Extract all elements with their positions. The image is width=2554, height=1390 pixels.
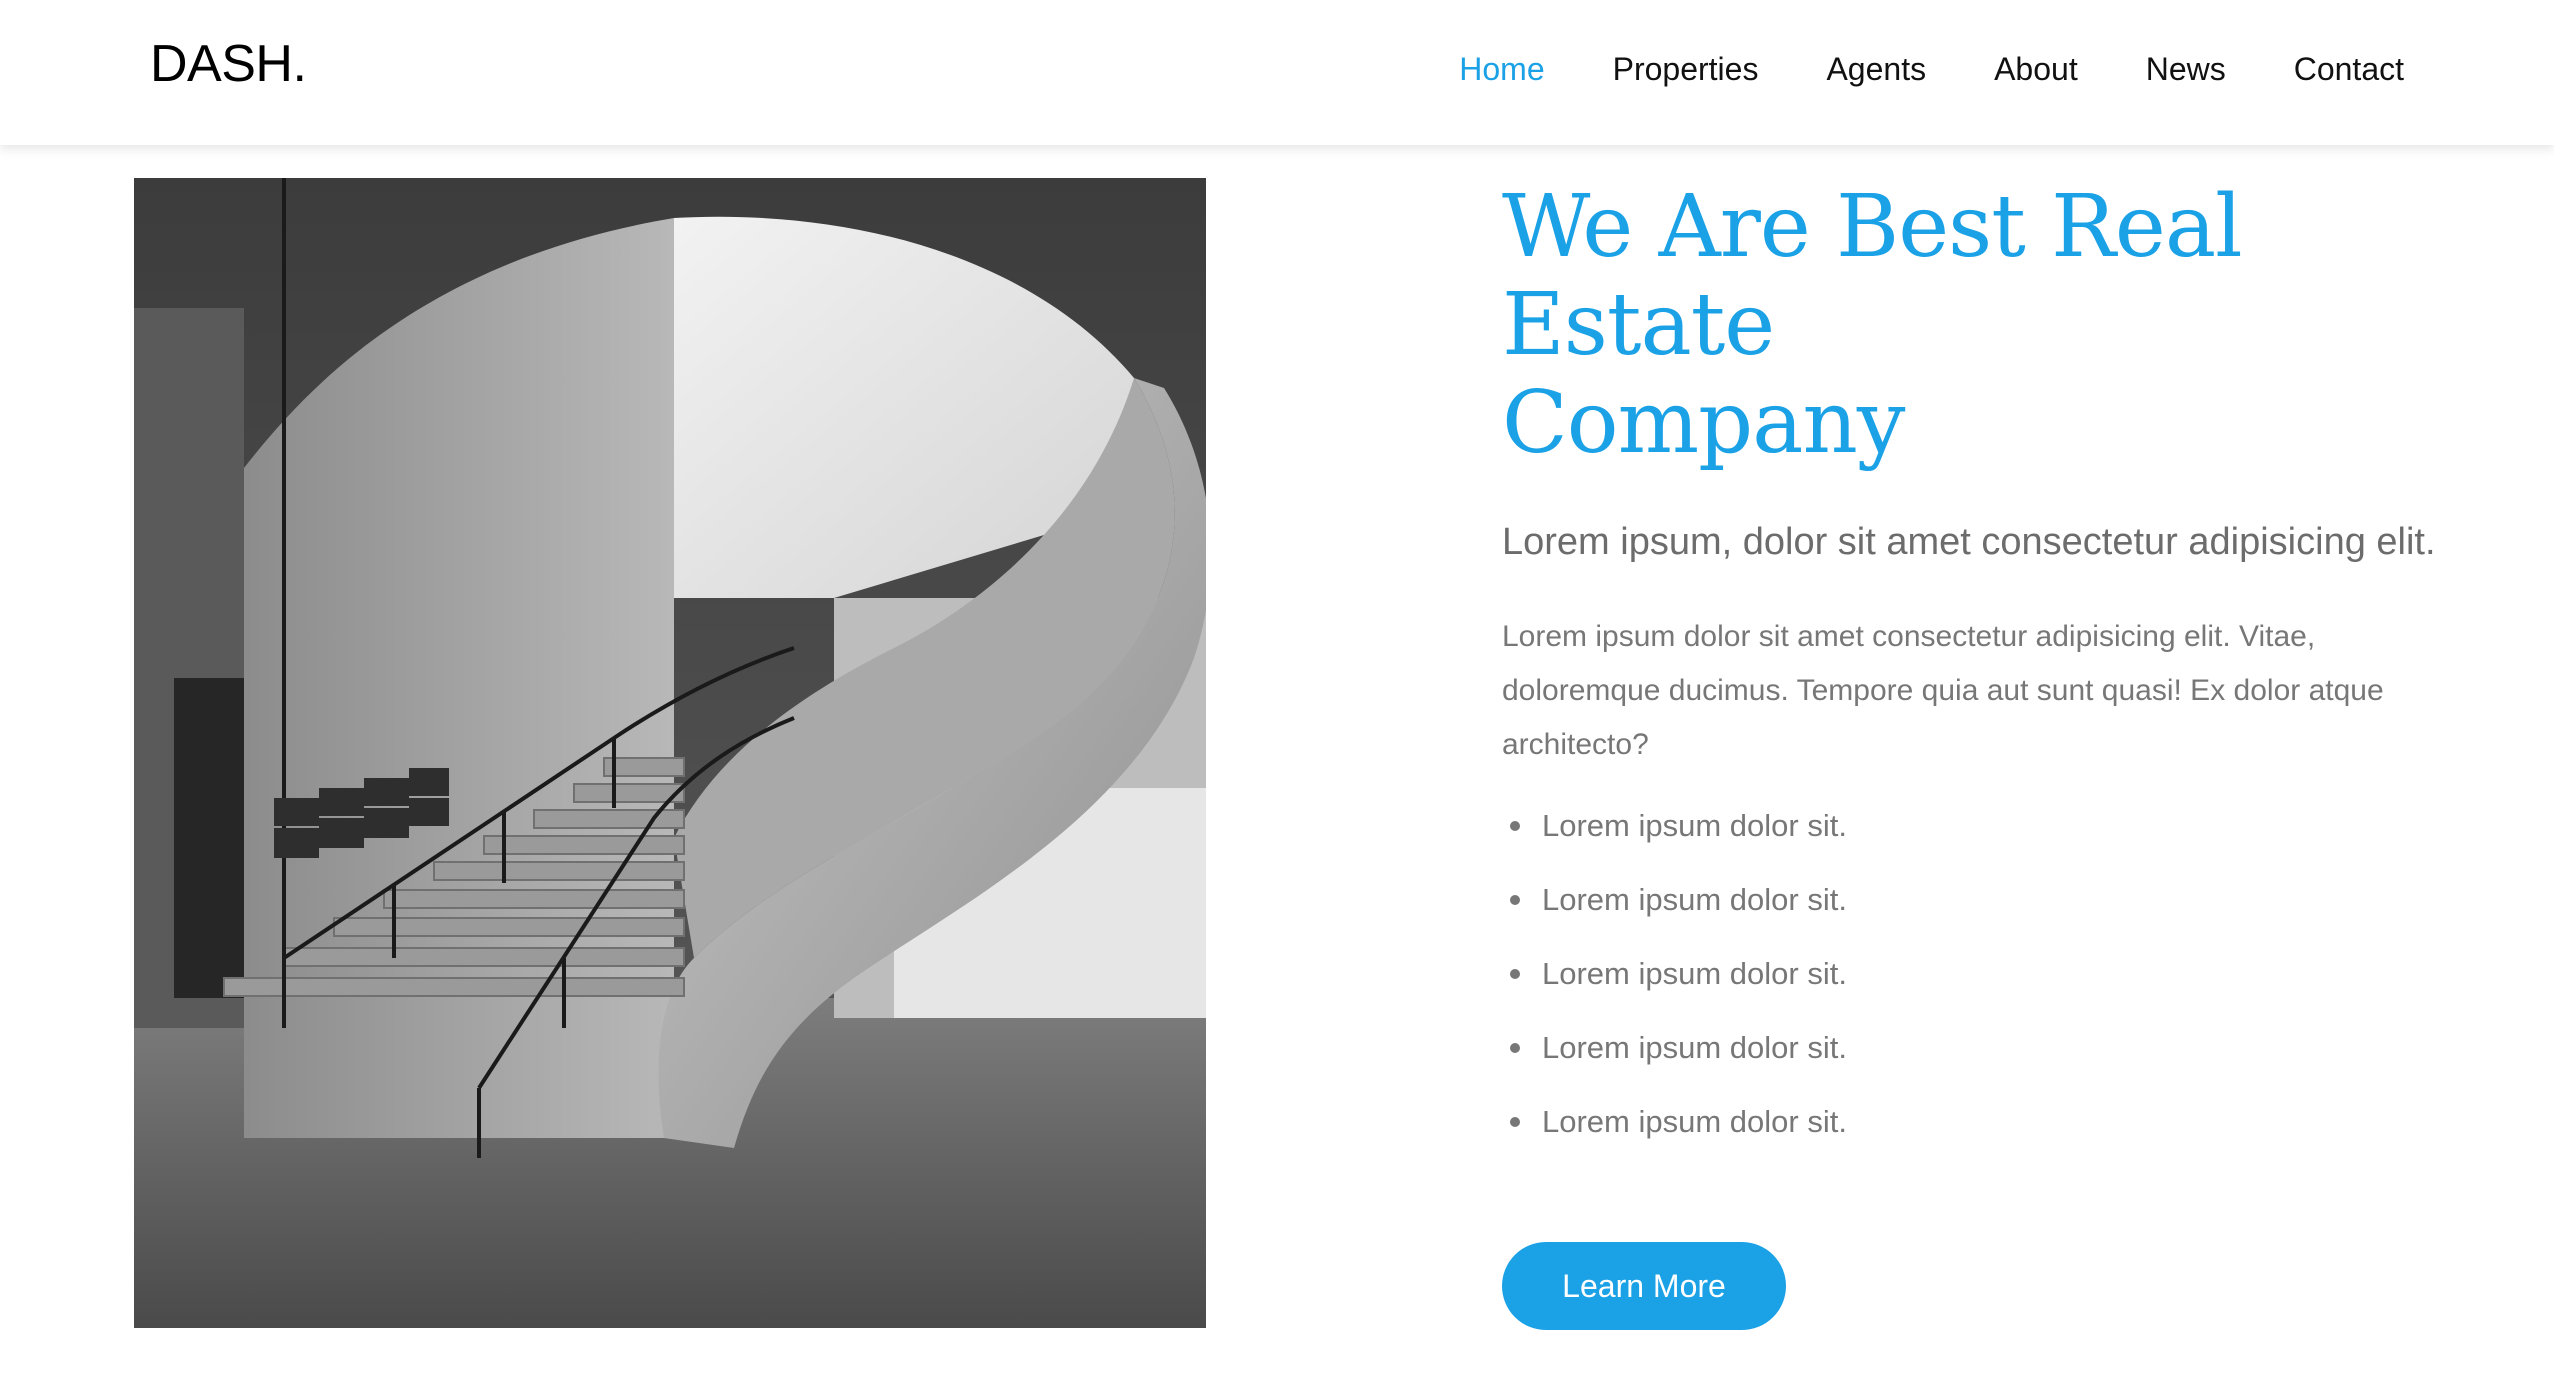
brand-logo[interactable]: DASH.: [150, 32, 307, 96]
headline-line-1: We Are Best Real Estate: [1502, 177, 2243, 375]
bullet-icon: [1510, 1043, 1520, 1053]
staircase-photo: [134, 178, 1206, 1328]
feature-list: Lorem ipsum dolor sit. Lorem ipsum dolor…: [1502, 804, 2442, 1174]
nav-item-agents[interactable]: Agents: [1826, 45, 1926, 93]
nav-item-home[interactable]: Home: [1459, 45, 1544, 93]
bullet-icon: [1510, 821, 1520, 831]
list-item: Lorem ipsum dolor sit.: [1502, 804, 2442, 878]
nav-item-contact[interactable]: Contact: [2294, 45, 2404, 93]
main-nav: Home Properties Agents About News Contac…: [1459, 45, 2404, 93]
nav-item-about[interactable]: About: [1994, 45, 2078, 93]
learn-more-button[interactable]: Learn More: [1502, 1242, 1786, 1330]
list-item: Lorem ipsum dolor sit.: [1502, 1026, 2442, 1100]
bullet-icon: [1510, 969, 1520, 979]
hero-content: We Are Best Real Estate Company Lorem ip…: [1502, 178, 2442, 1174]
body-paragraph: Lorem ipsum dolor sit amet consectetur a…: [1502, 620, 2384, 761]
bullet-icon: [1510, 895, 1520, 905]
lead-paragraph: Lorem ipsum, dolor sit amet consectetur …: [1502, 521, 2436, 563]
page-title: We Are Best Real Estate Company: [1502, 178, 2442, 472]
hero-image: [134, 178, 1206, 1328]
nav-item-news[interactable]: News: [2146, 45, 2226, 93]
bullet-icon: [1510, 1117, 1520, 1127]
list-item: Lorem ipsum dolor sit.: [1502, 952, 2442, 1026]
list-item: Lorem ipsum dolor sit.: [1502, 1100, 2442, 1174]
list-item: Lorem ipsum dolor sit.: [1502, 878, 2442, 952]
top-navbar: DASH. Home Properties Agents About News …: [0, 0, 2554, 145]
nav-item-properties[interactable]: Properties: [1613, 45, 1759, 93]
headline-line-2: Company: [1502, 373, 1905, 473]
